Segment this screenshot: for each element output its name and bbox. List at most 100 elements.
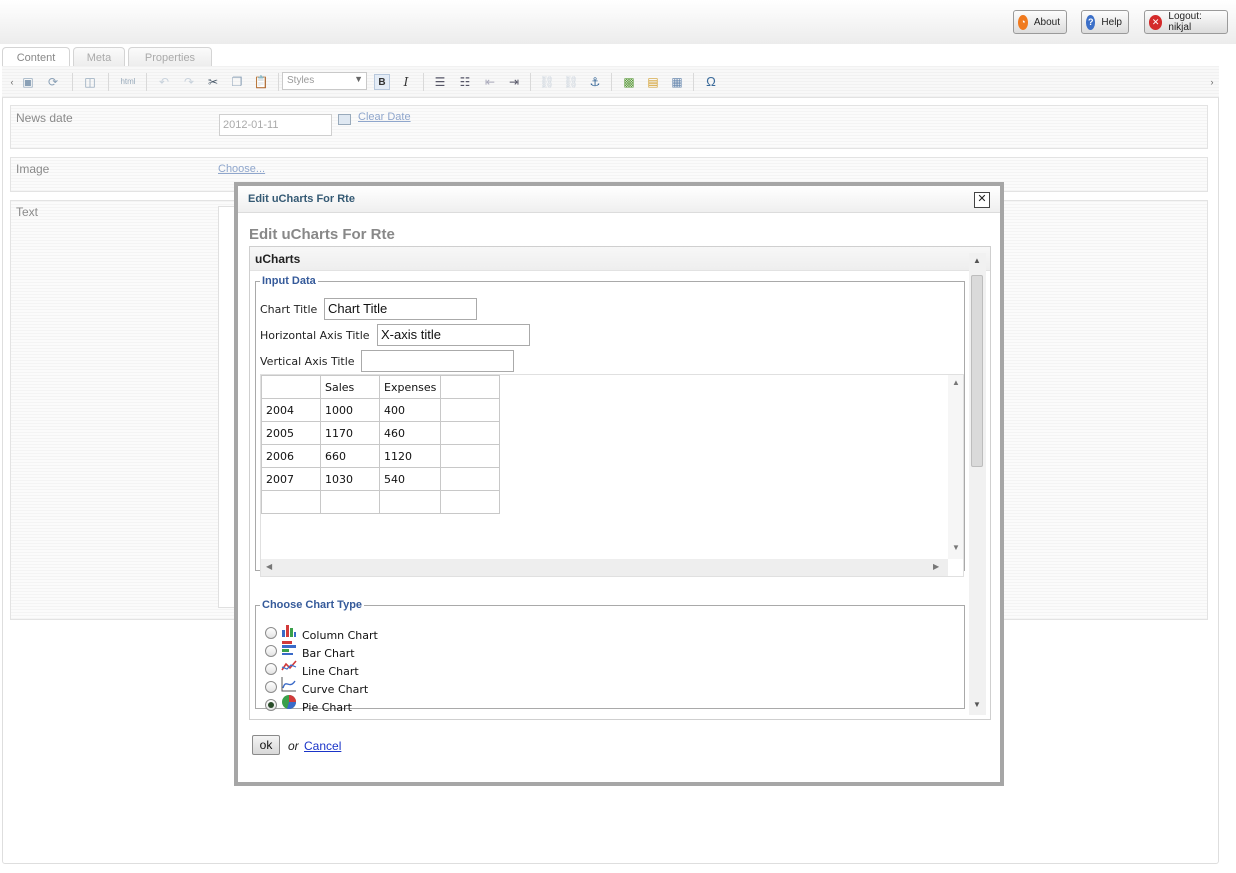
grid-cell[interactable]: [440, 490, 501, 514]
bullet-list-icon[interactable]: ☰: [432, 74, 448, 90]
grid-cell[interactable]: [261, 375, 321, 399]
toolbar-separator: [108, 73, 109, 91]
curve-chart-radio[interactable]: [265, 681, 277, 693]
choose-image-link[interactable]: Choose...: [218, 163, 265, 175]
tab-properties[interactable]: Properties: [128, 47, 212, 67]
scroll-down-icon[interactable]: ▼: [973, 700, 981, 709]
undo-icon[interactable]: ↶: [156, 74, 172, 90]
tab-meta[interactable]: Meta: [73, 47, 125, 67]
ucharts-pane: uCharts ▲ ▼ Input Data Chart Title Chart…: [249, 246, 991, 720]
clear-date-link[interactable]: Clear Date: [358, 111, 411, 123]
grid-cell[interactable]: [320, 490, 380, 514]
cancel-link[interactable]: Cancel: [304, 739, 341, 753]
grid-cell[interactable]: 460: [378, 421, 442, 445]
about-label: About: [1033, 16, 1060, 28]
grid-cell[interactable]: 1030: [320, 467, 380, 491]
grid-cell[interactable]: 1170: [320, 421, 380, 445]
tab-content[interactable]: Content: [2, 47, 70, 67]
toolbar-separator: [72, 73, 73, 91]
special-char-icon[interactable]: Ω: [703, 74, 719, 90]
pie-chart-radio[interactable]: [265, 699, 277, 711]
grid-cell[interactable]: [440, 444, 501, 468]
edit-ucharts-dialog: Edit uCharts For Rte ✕ Edit uCharts For …: [234, 182, 1004, 786]
horizontal-axis-title-input[interactable]: X-axis title: [377, 324, 530, 346]
grid-cell[interactable]: [440, 467, 501, 491]
toolbar-scroll-left-icon[interactable]: ‹: [4, 74, 20, 90]
pie-chart-option[interactable]: Pie Chart: [265, 695, 352, 714]
save-publish-icon[interactable]: ⟳: [45, 74, 61, 90]
grid-cell[interactable]: [440, 421, 501, 445]
vertical-axis-title-input[interactable]: [361, 350, 514, 372]
cut-icon[interactable]: ✂: [205, 74, 221, 90]
grid-cell[interactable]: 400: [378, 398, 442, 422]
grid-cell[interactable]: [378, 490, 442, 514]
grid-cell[interactable]: 2005: [261, 421, 321, 445]
pane-scrollbar[interactable]: ▲ ▼: [969, 253, 986, 715]
macro-icon[interactable]: ▤: [645, 74, 661, 90]
grid-vertical-scrollbar[interactable]: ▲ ▼: [948, 375, 963, 559]
scroll-down-icon[interactable]: ▼: [952, 543, 960, 552]
line-chart-option[interactable]: Line Chart: [265, 660, 359, 678]
image-icon[interactable]: ▩: [621, 74, 637, 90]
column-chart-radio[interactable]: [265, 627, 277, 639]
bar-chart-radio[interactable]: [265, 645, 277, 657]
toolbar-scroll-right-icon[interactable]: ›: [1204, 74, 1220, 90]
scroll-up-icon[interactable]: ▲: [952, 378, 960, 387]
html-source-icon[interactable]: html: [120, 74, 136, 90]
copy-icon[interactable]: ❐: [229, 74, 245, 90]
scroll-right-icon[interactable]: ▶: [933, 562, 939, 571]
grid-cell[interactable]: 2007: [261, 467, 321, 491]
scroll-left-icon[interactable]: ◀: [266, 562, 272, 571]
grid-cell[interactable]: 540: [378, 467, 442, 491]
save-icon[interactable]: ▣: [20, 74, 36, 90]
grid-cell[interactable]: 660: [320, 444, 380, 468]
close-button[interactable]: ✕: [974, 192, 990, 208]
chart-title-input[interactable]: Chart Title: [324, 298, 477, 320]
preview-icon[interactable]: ◫: [82, 74, 98, 90]
grid-cell[interactable]: 1120: [378, 444, 442, 468]
italic-icon[interactable]: I: [398, 74, 414, 90]
image-label: Image: [16, 162, 50, 176]
data-grid-container: Sales Expenses 2004 1000 400 2005 1170 4…: [260, 374, 964, 577]
grid-cell[interactable]: 2004: [261, 398, 321, 422]
pane-title: uCharts: [255, 252, 301, 266]
grid-cell[interactable]: Sales: [320, 375, 380, 399]
link-icon[interactable]: ⛓: [539, 74, 555, 90]
bold-icon[interactable]: B: [374, 74, 390, 90]
grid-cell[interactable]: Expenses: [378, 375, 442, 399]
grid-cell[interactable]: 2006: [261, 444, 321, 468]
indent-icon[interactable]: ⇥: [506, 74, 522, 90]
ok-button[interactable]: ok: [252, 735, 280, 755]
calendar-icon[interactable]: [338, 114, 351, 125]
numbered-list-icon[interactable]: ☷: [457, 74, 473, 90]
grid-cell[interactable]: 1000: [320, 398, 380, 422]
scrollbar-thumb[interactable]: [971, 275, 983, 467]
help-button[interactable]: ? Help: [1081, 10, 1129, 34]
toolbar-separator: [146, 73, 147, 91]
about-button[interactable]: ◔ About: [1013, 10, 1067, 34]
close-icon: ✕: [977, 193, 987, 205]
outdent-icon[interactable]: ⇤: [482, 74, 498, 90]
unlink-icon[interactable]: ⛓: [563, 74, 579, 90]
logout-button[interactable]: ✕ Logout: nikjal: [1144, 10, 1228, 34]
news-date-input[interactable]: 2012-01-11: [219, 114, 332, 136]
grid-cell[interactable]: [440, 398, 501, 422]
bar-chart-option[interactable]: Bar Chart: [265, 641, 355, 660]
grid-cell[interactable]: [440, 375, 501, 399]
column-chart-option[interactable]: Column Chart: [265, 625, 378, 642]
grid-horizontal-scrollbar[interactable]: ◀ ▶: [261, 559, 948, 576]
paste-icon[interactable]: 📋: [253, 74, 269, 90]
scroll-up-icon[interactable]: ▲: [973, 256, 981, 265]
column-chart-icon: [282, 625, 296, 637]
input-data-fieldset: Input Data Chart Title Chart Title Horiz…: [255, 275, 965, 577]
line-chart-radio[interactable]: [265, 663, 277, 675]
help-icon: ?: [1086, 14, 1096, 30]
table-icon[interactable]: ▦: [669, 74, 685, 90]
text-label: Text: [16, 205, 39, 219]
grid-cell[interactable]: [261, 490, 321, 514]
curve-chart-option[interactable]: Curve Chart: [265, 677, 368, 696]
anchor-icon[interactable]: ⚓: [587, 74, 603, 90]
table-row: 2006 660 1120: [261, 444, 501, 468]
styles-select[interactable]: Styles ▼: [282, 72, 367, 90]
redo-icon[interactable]: ↷: [181, 74, 197, 90]
